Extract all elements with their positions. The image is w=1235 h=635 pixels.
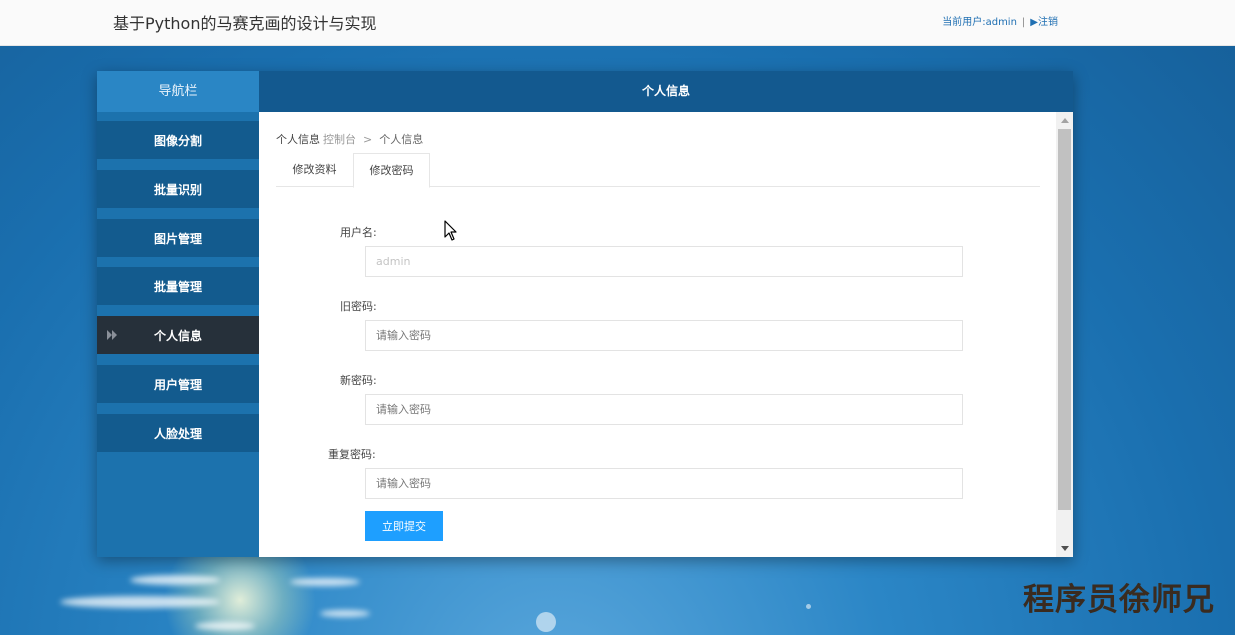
light-dot (536, 612, 556, 632)
content-area: 个人信息控制台>个人信息 修改资料 修改密码 用户名: 旧密码: 新密码: 重复… (259, 112, 1073, 557)
old-password-field[interactable] (365, 320, 963, 351)
cloud (60, 596, 220, 608)
content-header-title: 个人信息 (259, 71, 1073, 112)
main-panel: 导航栏 图像分割 批量识别 图片管理 批量管理 个人信息 用户管理 人脸处理 个… (97, 71, 1073, 557)
new-password-field[interactable] (365, 394, 963, 425)
current-user-label: 当前用户:admin (942, 17, 1017, 28)
user-area: 当前用户:admin | ▶注销 (942, 13, 1058, 28)
sidebar-item-label: 图像分割 (153, 133, 202, 148)
sidebar-item-label: 用户管理 (153, 377, 202, 392)
mouse-pointer-icon (444, 220, 457, 241)
breadcrumb-link-console[interactable]: 控制台 (323, 133, 356, 146)
sidebar-item-user-management[interactable]: 用户管理 (97, 365, 259, 403)
logout-link[interactable]: ▶注销 (1030, 17, 1058, 28)
sidebar-item-image-management[interactable]: 图片管理 (97, 219, 259, 257)
sidebar-item-label: 批量管理 (153, 279, 202, 294)
cloud (320, 610, 370, 617)
submit-button[interactable]: 立即提交 (365, 511, 443, 541)
sidebar-item-label: 图片管理 (153, 231, 202, 246)
sidebar-item-image-segmentation[interactable]: 图像分割 (97, 121, 259, 159)
sidebar-item-batch-recognition[interactable]: 批量识别 (97, 170, 259, 208)
breadcrumb-separator: > (363, 133, 373, 146)
sidebar-item-personal-info[interactable]: 个人信息 (97, 316, 259, 354)
cloud (130, 575, 220, 585)
old-password-label: 旧密码: (340, 300, 377, 313)
cloud (195, 622, 255, 630)
username-field[interactable] (365, 246, 963, 277)
new-password-label: 新密码: (340, 374, 377, 387)
light-dot (806, 604, 811, 609)
top-header: 基于Python的马赛克画的设计与实现 当前用户:admin | ▶注销 (0, 0, 1235, 46)
breadcrumb: 个人信息 控制台 > 个人信息 (276, 131, 423, 147)
breadcrumb-page: 个人信息 (379, 133, 424, 146)
tab-bar: 修改资料 修改密码 (276, 153, 1040, 188)
username-label: 用户名: (340, 226, 377, 239)
app-title: 基于Python的马赛克画的设计与实现 (113, 14, 377, 33)
breadcrumb-current: 个人信息 (276, 133, 320, 146)
sidebar: 导航栏 图像分割 批量识别 图片管理 批量管理 个人信息 用户管理 人脸处理 (97, 71, 259, 557)
tab-edit-profile[interactable]: 修改资料 (276, 153, 353, 187)
sidebar-item-label: 人脸处理 (153, 426, 202, 441)
separator: | (1021, 17, 1026, 28)
watermark-text: 程序员徐师兄 (1023, 582, 1215, 618)
repeat-password-label: 重复密码: (328, 448, 376, 461)
scrollbar[interactable] (1056, 112, 1073, 557)
sidebar-title: 导航栏 (97, 71, 259, 112)
sidebar-item-label: 个人信息 (153, 328, 202, 343)
repeat-password-field[interactable] (365, 468, 963, 499)
scroll-down-icon[interactable] (1056, 540, 1073, 557)
scroll-up-icon[interactable] (1056, 112, 1073, 129)
cloud (290, 578, 360, 586)
scroll-thumb[interactable] (1058, 129, 1071, 510)
sidebar-item-label: 批量识别 (153, 182, 202, 197)
sidebar-item-batch-management[interactable]: 批量管理 (97, 267, 259, 305)
double-arrow-icon (107, 330, 117, 340)
sidebar-item-face-processing[interactable]: 人脸处理 (97, 414, 259, 452)
tab-change-password[interactable]: 修改密码 (353, 153, 430, 188)
